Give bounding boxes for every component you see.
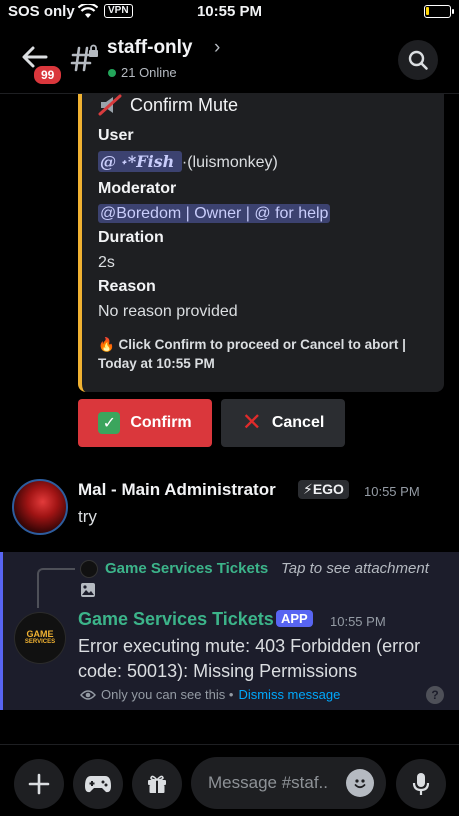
ephemeral-note: Only you can see this • Dismiss message — [80, 687, 340, 702]
battery-icon — [424, 5, 454, 18]
private-channel-icon — [70, 44, 100, 74]
bot-avatar[interactable]: GAME SERVICES — [14, 612, 66, 664]
bot-timestamp: 10:55 PM — [330, 614, 386, 629]
cross-icon: ✕ — [241, 409, 262, 436]
confirm-label: Confirm — [130, 414, 192, 431]
ephemeral-note-text: Only you can see this • — [101, 687, 234, 702]
voice-message-button[interactable] — [396, 759, 446, 809]
eye-icon — [80, 689, 96, 700]
cancel-label: Cancel — [271, 414, 325, 431]
channel-header: 99 staff-only › 21 Online — [0, 26, 459, 94]
status-bar: SOS only VPN 10:55 PM — [0, 0, 459, 26]
role-tag: ⚡EGO — [298, 480, 349, 499]
online-text: 21 Online — [121, 65, 177, 80]
checkmark-icon: ✓ — [98, 412, 121, 434]
plus-icon — [28, 773, 50, 795]
app-badge: APP — [276, 610, 313, 627]
reply-connector — [37, 568, 75, 608]
moderator-label: Moderator — [98, 180, 177, 197]
channel-name[interactable]: staff-only — [107, 37, 193, 59]
bot-avatar-subtext: SERVICES — [24, 639, 56, 645]
emoji-button[interactable] — [346, 769, 374, 797]
plus-button[interactable] — [14, 759, 64, 809]
message-author[interactable]: Mal - Main Administrator — [78, 480, 276, 500]
search-button[interactable] — [398, 40, 438, 80]
smiley-icon — [354, 779, 366, 789]
reason-label: Reason — [98, 278, 156, 295]
cancel-button[interactable]: ✕ Cancel — [221, 399, 345, 447]
reply-author[interactable]: Game Services Tickets — [105, 560, 268, 577]
duration-value: 2s — [98, 254, 115, 271]
user-mention[interactable]: @ ͏˖*Fish ͏ — [98, 151, 182, 172]
embed-footer: 🔥 Click Confirm to proceed or Cancel to … — [98, 337, 406, 371]
gift-button[interactable] — [132, 759, 182, 809]
muted-speaker-icon — [98, 94, 122, 116]
confirm-mute-embed: Confirm Mute User @ ͏˖*Fish ͏ ·(luismonke… — [78, 94, 444, 392]
dismiss-message-link[interactable]: Dismiss message — [238, 687, 340, 702]
composer-bar — [0, 744, 459, 816]
duration-label: Duration — [98, 229, 164, 246]
clock: 10:55 PM — [196, 3, 263, 20]
embed-title-text: Confirm Mute — [130, 94, 239, 115]
bot-message-text: Error executing mute: 403 Forbidden (err… — [78, 636, 421, 681]
message-timestamp: 10:55 PM — [364, 484, 420, 499]
user-label: User — [98, 127, 134, 144]
reply-avatar — [80, 560, 98, 578]
online-count: 21 Online — [108, 65, 177, 80]
reply-attachment-link[interactable]: Tap to see attachment — [281, 560, 429, 577]
user-value: @ ͏˖*Fish ͏ ·(luismonkey) — [98, 151, 278, 172]
chevron-right-icon[interactable]: › — [214, 37, 220, 59]
embed-title: Confirm Mute — [98, 94, 238, 116]
user-handle: ·(luismonkey) — [181, 154, 278, 171]
microphone-icon — [412, 773, 430, 795]
help-icon[interactable]: ? — [426, 686, 444, 704]
avatar[interactable] — [12, 479, 68, 535]
reason-value: No reason provided — [98, 303, 238, 320]
bot-avatar-text: GAME — [26, 629, 54, 639]
message-text: try — [78, 507, 97, 526]
bot-author[interactable]: Game Services Tickets — [78, 609, 274, 630]
search-icon — [408, 50, 428, 70]
confirm-button[interactable]: ✓ Confirm — [78, 399, 212, 447]
moderator-mention[interactable]: @Boredom | Owner | @ for help — [98, 204, 331, 223]
unread-badge: 99 — [32, 64, 64, 86]
gamepad-icon — [85, 776, 111, 793]
activities-button[interactable] — [73, 759, 123, 809]
image-icon — [80, 582, 96, 598]
moderator-value: @Boredom | Owner | @ for help — [98, 204, 331, 223]
gift-icon — [148, 775, 166, 793]
online-dot-icon — [108, 68, 116, 77]
